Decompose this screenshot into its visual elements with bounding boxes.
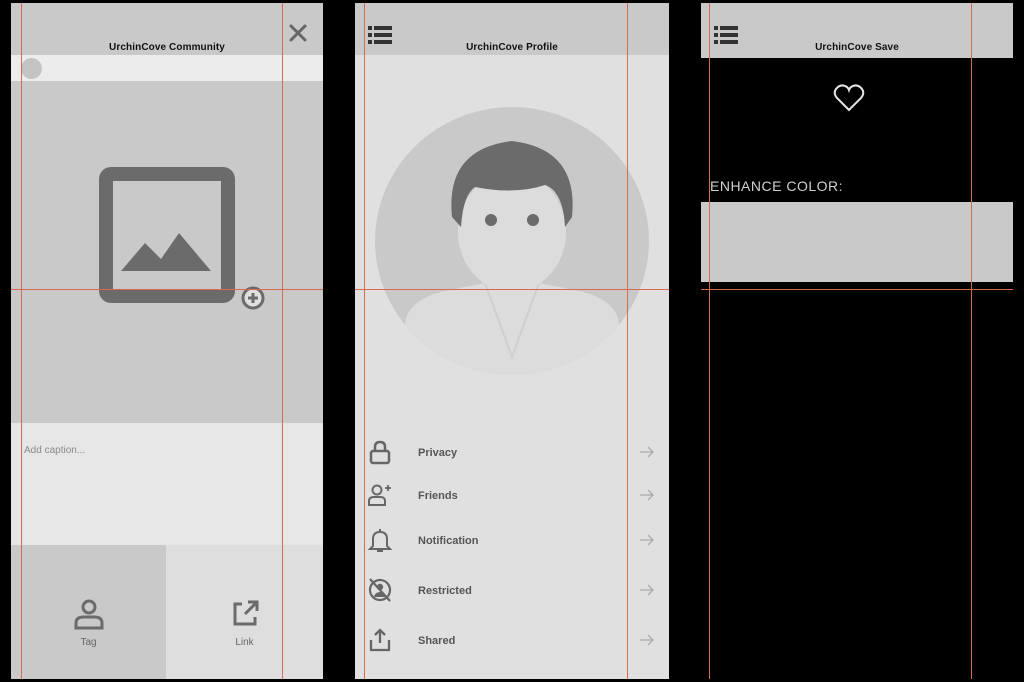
link-button[interactable]: Link — [166, 545, 323, 679]
guide-line — [355, 289, 669, 290]
menu-label: Shared — [418, 635, 456, 647]
community-screen: UrchinCove Community Tag Link — [11, 3, 323, 679]
arrow-right-icon — [640, 446, 654, 458]
tag-button[interactable]: Tag — [11, 545, 166, 679]
guide-line — [971, 3, 972, 679]
close-icon[interactable] — [287, 22, 309, 44]
share-icon — [369, 628, 391, 652]
menu-label: Notification — [418, 535, 479, 547]
profile-title: UrchinCove Profile — [466, 42, 558, 53]
image-icon[interactable] — [95, 163, 239, 307]
arrow-right-icon — [640, 534, 654, 546]
community-header: UrchinCove Community — [11, 3, 323, 55]
bell-icon — [367, 529, 393, 552]
link-label: Link — [235, 637, 254, 648]
profile-avatar[interactable] — [375, 107, 649, 375]
guide-line — [701, 289, 1013, 290]
guide-line — [282, 3, 283, 679]
menu-item-shared[interactable]: Shared — [355, 625, 669, 665]
add-friend-icon — [368, 484, 391, 506]
post-author-bar — [11, 55, 323, 81]
restricted-icon — [368, 578, 392, 602]
menu-label: Friends — [418, 490, 458, 502]
user-icon — [74, 599, 103, 630]
lock-icon — [369, 440, 391, 465]
community-title: UrchinCove Community — [109, 42, 225, 53]
enhance-color-label: ENHANCE COLOR: — [710, 178, 844, 194]
guide-line — [364, 3, 365, 679]
heart-icon[interactable] — [833, 83, 865, 113]
tag-label: Tag — [80, 637, 97, 648]
save-screen: UrchinCove Save ENHANCE COLOR: — [701, 3, 1013, 679]
caption-area — [11, 423, 323, 545]
guide-line — [11, 289, 323, 290]
save-title: UrchinCove Save — [815, 42, 899, 53]
profile-header: UrchinCove Profile — [355, 3, 669, 55]
caption-input[interactable] — [24, 445, 284, 456]
menu-item-notification[interactable]: Notification — [355, 525, 669, 565]
guide-line — [627, 3, 628, 679]
arrow-right-icon — [640, 584, 654, 596]
guide-line — [21, 3, 22, 679]
external-link-icon — [233, 600, 258, 626]
guide-line — [709, 3, 710, 679]
menu-item-privacy[interactable]: Privacy — [355, 437, 669, 477]
menu-item-restricted[interactable]: Restricted — [355, 575, 669, 615]
enhance-color-area[interactable] — [701, 202, 1013, 282]
arrow-right-icon — [640, 489, 654, 501]
save-header: UrchinCove Save — [701, 3, 1013, 58]
menu-label: Privacy — [418, 447, 458, 459]
arrow-right-icon — [640, 634, 654, 646]
profile-screen: UrchinCove Profile Privacy Friends Notif… — [355, 3, 669, 679]
menu-item-friends[interactable]: Friends — [355, 480, 669, 520]
menu-label: Restricted — [418, 585, 472, 597]
avatar[interactable] — [21, 58, 42, 79]
